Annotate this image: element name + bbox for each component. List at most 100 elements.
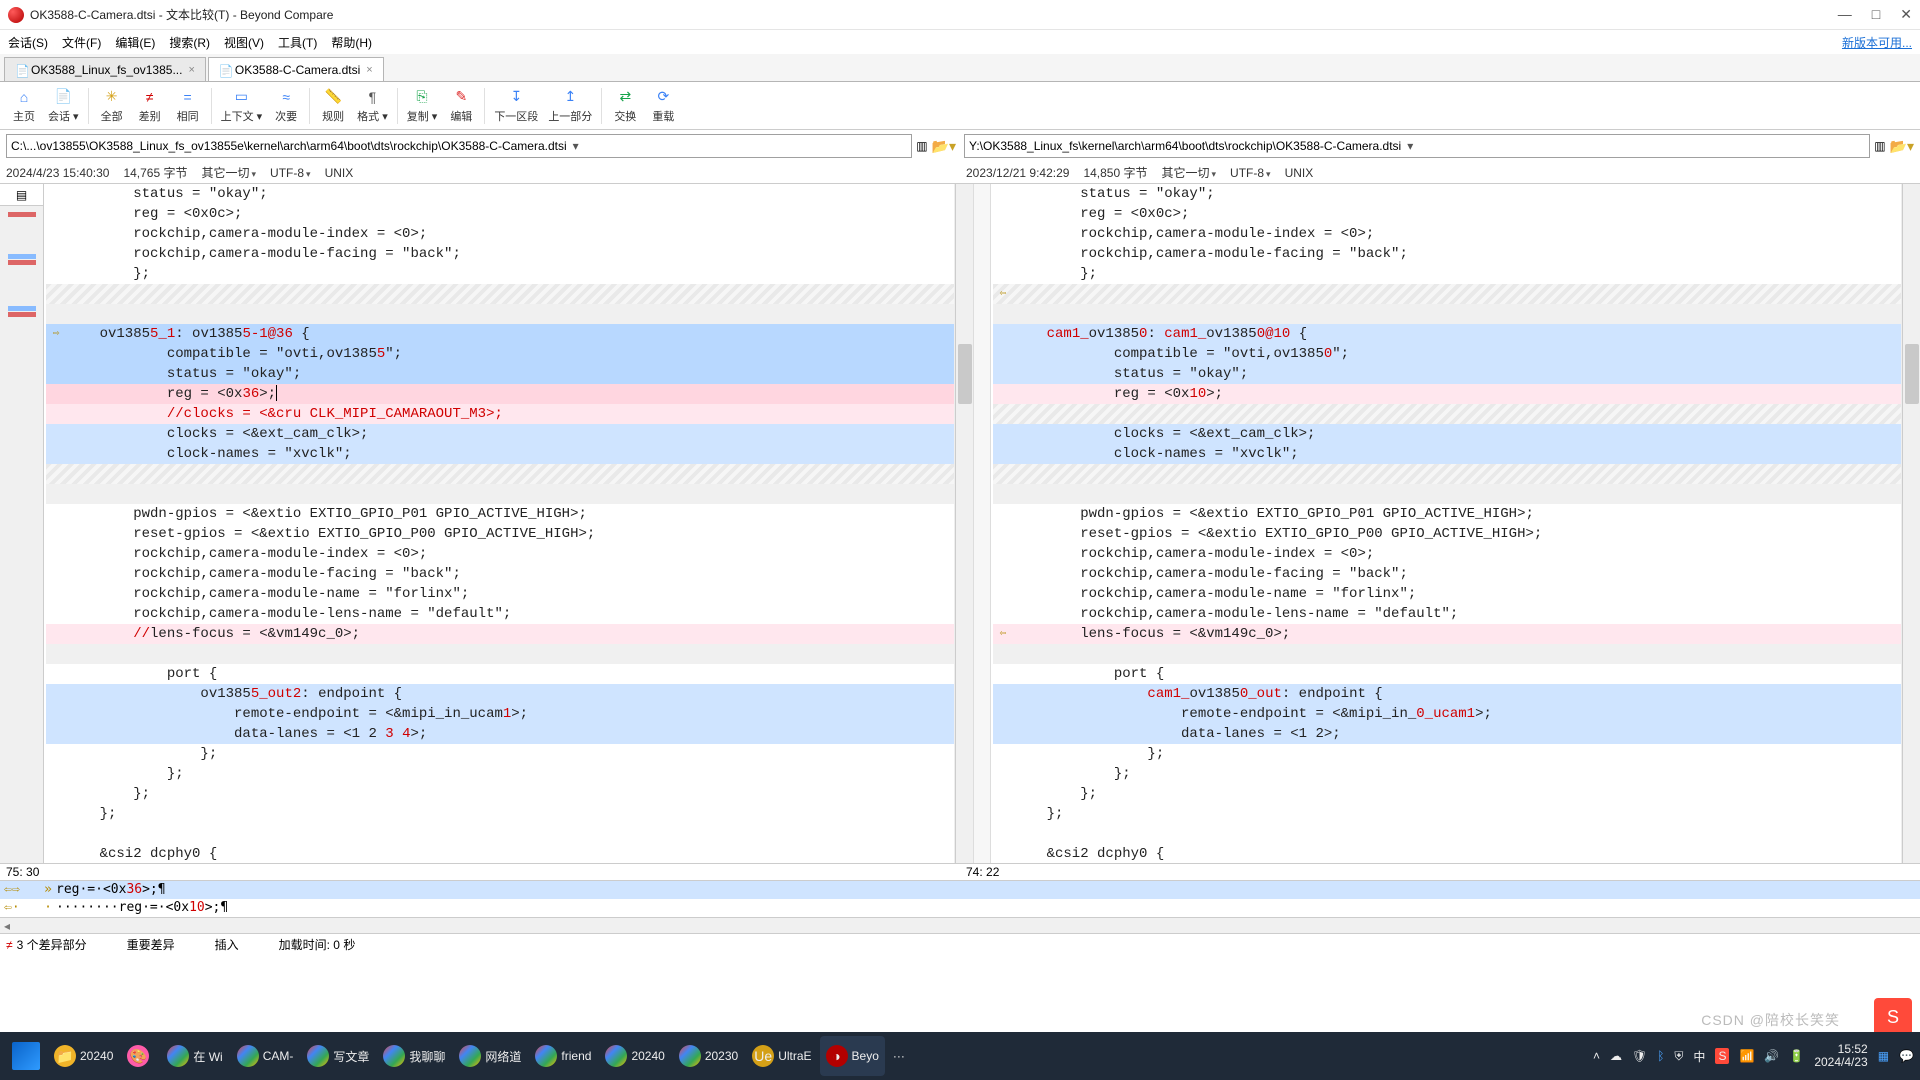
right-other-dropdown[interactable]: 其它一切	[1161, 164, 1216, 181]
code-line[interactable]: };	[993, 264, 1901, 284]
sogou-tray-icon[interactable]: S	[1715, 1048, 1729, 1064]
toolbar-次要[interactable]: ≈次要	[268, 86, 304, 126]
toolbar-会话[interactable]: 📄会话 ▾	[44, 86, 83, 126]
code-line[interactable]	[993, 464, 1901, 484]
left-path-input[interactable]: C:\...\ov13855\OK3588_Linux_fs_ov13855e\…	[6, 134, 912, 158]
code-line[interactable]: };	[993, 784, 1901, 804]
tray-up-icon[interactable]: ˄	[1593, 1049, 1600, 1063]
code-line[interactable]: port {	[46, 664, 954, 684]
left-encoding-dropdown[interactable]: UTF-8	[270, 166, 311, 180]
defender-icon[interactable]: ⛨	[1674, 1049, 1683, 1064]
notif-icon[interactable]: 💬	[1899, 1049, 1914, 1063]
overview-gutter[interactable]: ▤	[0, 184, 44, 863]
taskbar-more[interactable]: ···	[887, 1036, 911, 1076]
code-line[interactable]: rockchip,camera-module-index = <0>;	[46, 224, 954, 244]
dropdown-icon[interactable]: ▾	[1401, 139, 1419, 153]
code-line[interactable]: rockchip,camera-module-name = "forlinx";	[993, 584, 1901, 604]
code-line[interactable]: rockchip,camera-module-lens-name = "defa…	[993, 604, 1901, 624]
code-line[interactable]: };	[46, 784, 954, 804]
code-line[interactable]: };	[46, 744, 954, 764]
code-line[interactable]	[993, 484, 1901, 504]
code-line[interactable]: compatible = "ovti,ov13855";	[46, 344, 954, 364]
tray-date[interactable]: 2024/4/23	[1814, 1055, 1867, 1069]
browse-right-icon[interactable]: ▥	[1874, 139, 1885, 153]
code-line[interactable]: };	[993, 804, 1901, 824]
code-line[interactable]: remote-endpoint = <&mipi_in_ucam1>;	[46, 704, 954, 724]
code-line[interactable]: clock-names = "xvclk";	[46, 444, 954, 464]
toolbar-全部[interactable]: ✳全部	[94, 86, 130, 126]
toolbar-交换[interactable]: ⇄交换	[607, 86, 643, 126]
tray-time[interactable]: 15:52	[1838, 1042, 1868, 1056]
tab-close-icon[interactable]: ×	[366, 64, 372, 76]
toolbar-下一区段[interactable]: ↧下一区段	[490, 86, 542, 126]
toolbar-上一部分[interactable]: ↥上一部分	[544, 86, 596, 126]
overview-mark[interactable]	[8, 306, 36, 311]
taskbar-item[interactable]: 🎨	[121, 1036, 159, 1076]
code-line[interactable]: clocks = <&ext_cam_clk>;	[993, 424, 1901, 444]
taskbar-item[interactable]: ◑Beyo	[820, 1036, 885, 1076]
code-line[interactable]: };	[46, 804, 954, 824]
menu-item[interactable]: 帮助(H)	[331, 34, 372, 51]
taskbar-item[interactable]: 20240	[599, 1036, 670, 1076]
onedrive-icon[interactable]: ☁	[1610, 1049, 1622, 1063]
code-line[interactable]: status = "okay";	[993, 364, 1901, 384]
unified-line[interactable]: ⇦⇨» reg·=·<0x36>;¶	[0, 881, 1920, 899]
toolbar-复制[interactable]: ⎘复制 ▾	[403, 86, 442, 126]
menu-item[interactable]: 文件(F)	[62, 34, 101, 51]
menu-item[interactable]: 工具(T)	[278, 34, 317, 51]
code-line[interactable]: data-lanes = <1 2>;	[993, 724, 1901, 744]
code-line[interactable]: status = "okay";	[993, 184, 1901, 204]
toolbar-主页[interactable]: ⌂主页	[6, 86, 42, 126]
taskbar-item[interactable]: friend	[529, 1036, 597, 1076]
code-line[interactable]: ov13855_out2: endpoint {	[46, 684, 954, 704]
code-line[interactable]	[46, 464, 954, 484]
menu-item[interactable]: 搜索(R)	[169, 34, 210, 51]
code-line[interactable]	[46, 284, 954, 304]
code-line[interactable]: pwdn-gpios = <&extio EXTIO_GPIO_P01 GPIO…	[993, 504, 1901, 524]
minimize-button[interactable]: —	[1838, 6, 1852, 23]
code-line[interactable]: reg = <0x36>;	[46, 384, 954, 404]
menu-item[interactable]: 视图(V)	[224, 34, 264, 51]
battery-icon[interactable]: 🔋	[1789, 1049, 1804, 1063]
toolbar-重载[interactable]: ⟳重载	[645, 86, 681, 126]
code-line[interactable]: rockchip,camera-module-name = "forlinx";	[46, 584, 954, 604]
code-line[interactable]	[46, 484, 954, 504]
toolbar-差别[interactable]: ≠差别	[132, 86, 168, 126]
menu-item[interactable]: 编辑(E)	[115, 34, 155, 51]
code-line[interactable]: reg = <0x0c>;	[993, 204, 1901, 224]
taskbar-item[interactable]: 在 Wi	[161, 1036, 228, 1076]
taskbar-item[interactable]: UeUltraE	[746, 1036, 817, 1076]
new-version-link[interactable]: 新版本可用...	[1842, 34, 1912, 51]
code-line[interactable]: status = "okay";	[46, 364, 954, 384]
code-line[interactable]: reg = <0x0c>;	[46, 204, 954, 224]
browse-left-icon[interactable]: ▥	[916, 139, 927, 153]
code-line[interactable]: ⇦	[993, 284, 1901, 304]
toolbar-格式[interactable]: ¶格式 ▾	[353, 86, 392, 126]
taskbar-item[interactable]: 网络道	[453, 1036, 527, 1076]
code-line[interactable]: rockchip,camera-module-index = <0>;	[46, 544, 954, 564]
toolbar-上下文[interactable]: ▭上下文 ▾	[217, 86, 267, 126]
code-line[interactable]: //clocks = <&cru CLK_MIPI_CAMARAOUT_M3>;	[46, 404, 954, 424]
security-icon[interactable]: 🛡	[1632, 1049, 1647, 1063]
code-line[interactable]: clocks = <&ext_cam_clk>;	[46, 424, 954, 444]
code-line[interactable]: rockchip,camera-module-index = <0>;	[993, 544, 1901, 564]
code-line[interactable]	[993, 304, 1901, 324]
code-line[interactable]: port {	[993, 664, 1901, 684]
taskbar-item[interactable]: CAM-	[231, 1036, 300, 1076]
start-button[interactable]	[6, 1036, 46, 1076]
code-line[interactable]: reset-gpios = <&extio EXTIO_GPIO_P00 GPI…	[993, 524, 1901, 544]
overview-top-icon[interactable]: ▤	[0, 184, 43, 206]
ime-indicator[interactable]: 中	[1693, 1048, 1705, 1065]
code-line[interactable]: &csi2 dcphy0 {	[46, 844, 954, 863]
taskbar-item[interactable]: 写文章	[301, 1036, 375, 1076]
overview-mark[interactable]	[8, 260, 36, 265]
open-folder-right-icon[interactable]: 📂▾	[1890, 138, 1914, 155]
grid-icon[interactable]: ▦	[1878, 1049, 1889, 1063]
left-code[interactable]: status = "okay"; reg = <0x0c>; rockchip,…	[44, 184, 954, 863]
toolbar-编辑[interactable]: ✎编辑	[443, 86, 479, 126]
code-line[interactable]	[46, 644, 954, 664]
right-scrollbar[interactable]	[1902, 184, 1920, 863]
toolbar-相同[interactable]: =相同	[170, 86, 206, 126]
code-line[interactable]: rockchip,camera-module-lens-name = "defa…	[46, 604, 954, 624]
toolbar-规则[interactable]: 📏规则	[315, 86, 351, 126]
